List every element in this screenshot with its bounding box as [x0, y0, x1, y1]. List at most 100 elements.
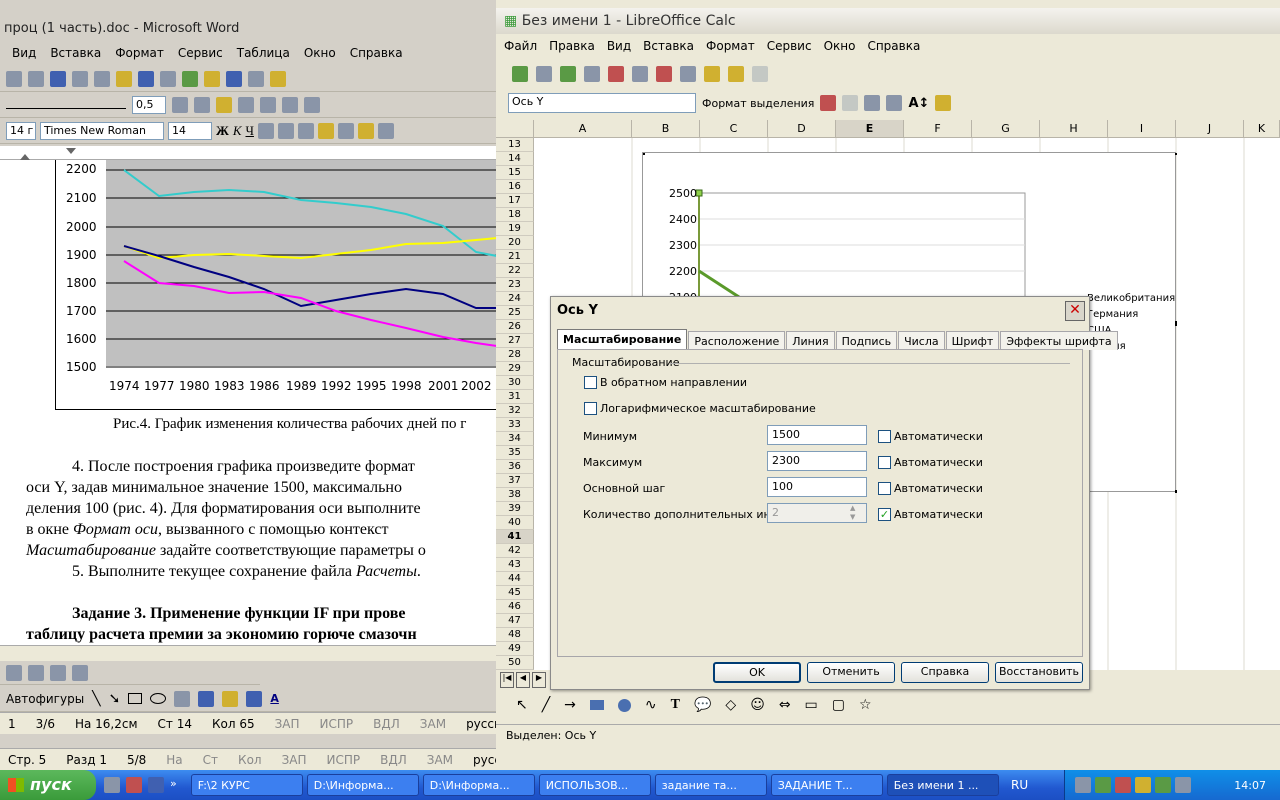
row-header[interactable]: 35: [496, 446, 534, 460]
row-header[interactable]: 30: [496, 376, 534, 390]
col-c[interactable]: C: [700, 120, 768, 138]
row-header[interactable]: 14: [496, 152, 534, 166]
quicklaunch-icon-2[interactable]: [126, 777, 142, 793]
textbox-icon[interactable]: [174, 690, 191, 707]
row-header[interactable]: 44: [496, 572, 534, 586]
task-word-1[interactable]: задание та...: [654, 774, 767, 796]
task-folder-info-2[interactable]: D:\Информа...: [422, 774, 535, 796]
minor-auto-checkbox[interactable]: ✓: [878, 508, 891, 521]
wordart-icon[interactable]: [198, 690, 215, 707]
row-header[interactable]: 42: [496, 544, 534, 558]
row-header[interactable]: 43: [496, 558, 534, 572]
row-header[interactable]: 25: [496, 306, 534, 320]
borders-icon[interactable]: [194, 96, 210, 113]
shading-icon[interactable]: [216, 96, 232, 113]
chart-element-select[interactable]: Ось Y: [508, 93, 696, 113]
spinner-icon[interactable]: ▲ ▼: [850, 504, 855, 522]
word-menu-help[interactable]: Справка: [350, 46, 403, 60]
row-header[interactable]: 18: [496, 208, 534, 222]
dialog-close-button[interactable]: ✕: [1065, 301, 1085, 321]
fill-color-icon[interactable]: [222, 690, 239, 707]
callout-tool-icon[interactable]: 💬: [694, 697, 711, 713]
reset-button[interactable]: Восстановить: [995, 662, 1083, 683]
paste-icon-calc[interactable]: [704, 66, 720, 82]
chart-area-icon[interactable]: [842, 95, 859, 111]
col-i[interactable]: I: [1108, 120, 1176, 138]
columns-icon[interactable]: [248, 70, 264, 87]
row-header[interactable]: 45: [496, 586, 534, 600]
web-view-icon[interactable]: [28, 664, 44, 681]
print-icon-calc[interactable]: [632, 66, 648, 82]
row-header[interactable]: 20: [496, 236, 534, 250]
calc-menu-insert[interactable]: Вставка: [643, 39, 694, 53]
row-header[interactable]: 23: [496, 278, 534, 292]
quicklaunch-more-icon[interactable]: »: [170, 777, 177, 793]
line-tool-icon-calc[interactable]: ╱: [542, 697, 550, 713]
outline-view-icon[interactable]: [72, 664, 88, 681]
text-tool-icon[interactable]: T: [671, 697, 680, 713]
tab-label[interactable]: Подпись: [835, 331, 898, 350]
line-spacing-icon[interactable]: [337, 122, 354, 139]
word-document[interactable]: 2200 2100 2000 1900 1800 1700 1600 1500 …: [0, 160, 496, 645]
row-header[interactable]: 36: [496, 460, 534, 474]
major-interval-input[interactable]: 100: [767, 477, 867, 497]
reverse-checkbox[interactable]: [584, 376, 597, 389]
row-header[interactable]: 28: [496, 348, 534, 362]
line-tool-icon[interactable]: ╲: [92, 691, 100, 707]
flowchart-icon[interactable]: ▭: [805, 697, 818, 713]
tray-icon-2[interactable]: [1095, 777, 1111, 793]
row-header[interactable]: 15: [496, 166, 534, 180]
undo-icon[interactable]: [138, 70, 154, 87]
col-f[interactable]: F: [904, 120, 972, 138]
ie-icon[interactable]: [148, 777, 164, 793]
open-icon[interactable]: [536, 66, 552, 82]
row-header[interactable]: 27: [496, 334, 534, 348]
basic-shapes-icon[interactable]: ◇: [725, 697, 736, 713]
task-ie[interactable]: ИСПОЛЬЗОВ...: [538, 774, 651, 796]
email-icon[interactable]: [584, 66, 600, 82]
hyperlink-icon[interactable]: [182, 70, 198, 87]
col-j[interactable]: J: [1176, 120, 1244, 138]
insert-table-icon[interactable]: [226, 70, 242, 87]
calc-menu-help[interactable]: Справка: [867, 39, 920, 53]
rect-tool-icon-calc[interactable]: [589, 700, 604, 710]
oval-tool-icon[interactable]: [150, 693, 167, 704]
block-arrows-icon[interactable]: ⇔: [779, 697, 791, 713]
row-header[interactable]: 16: [496, 180, 534, 194]
word-menu-table[interactable]: Таблица: [237, 46, 290, 60]
italic-icon[interactable]: К: [233, 123, 242, 139]
help-button[interactable]: Справка: [901, 662, 989, 683]
major-auto-checkbox[interactable]: [878, 482, 891, 495]
log-checkbox[interactable]: [584, 402, 597, 415]
row-header[interactable]: 40: [496, 516, 534, 530]
row-header[interactable]: 24: [496, 292, 534, 306]
tray-icon-volume[interactable]: [1135, 777, 1151, 793]
spelling-icon[interactable]: [50, 70, 66, 87]
word-menu-tools[interactable]: Сервис: [178, 46, 223, 60]
arrow-tool-icon[interactable]: ➘: [109, 691, 121, 707]
first-sheet-icon[interactable]: |◀: [500, 672, 514, 688]
distribute-icon[interactable]: [304, 96, 320, 113]
format-selection-button[interactable]: Формат выделения: [702, 97, 814, 110]
maximum-auto-checkbox[interactable]: [878, 456, 891, 469]
paste-icon[interactable]: [116, 70, 132, 87]
new-icon[interactable]: [512, 66, 528, 82]
save-icon[interactable]: [560, 66, 576, 82]
col-d[interactable]: D: [768, 120, 836, 138]
row-header[interactable]: 37: [496, 474, 534, 488]
merge-cells-icon[interactable]: [260, 96, 276, 113]
task-word-2[interactable]: ЗАДАНИЕ Т...: [770, 774, 883, 796]
row-header[interactable]: 50: [496, 656, 534, 670]
align-left-icon[interactable]: [257, 122, 274, 139]
row-header[interactable]: 29: [496, 362, 534, 376]
language-indicator[interactable]: RU: [1011, 778, 1028, 792]
col-g[interactable]: G: [972, 120, 1040, 138]
next-sheet-icon[interactable]: ▶: [532, 672, 546, 688]
align-icon[interactable]: [282, 96, 298, 113]
chart-type-icon[interactable]: [820, 95, 837, 111]
normal-view-icon[interactable]: [6, 664, 22, 681]
tab-font-effects[interactable]: Эффекты шрифта: [1000, 331, 1118, 350]
style-select[interactable]: 14 г: [6, 121, 36, 140]
task-folder-info-1[interactable]: D:\Информа...: [306, 774, 419, 796]
col-e[interactable]: E: [836, 120, 904, 138]
